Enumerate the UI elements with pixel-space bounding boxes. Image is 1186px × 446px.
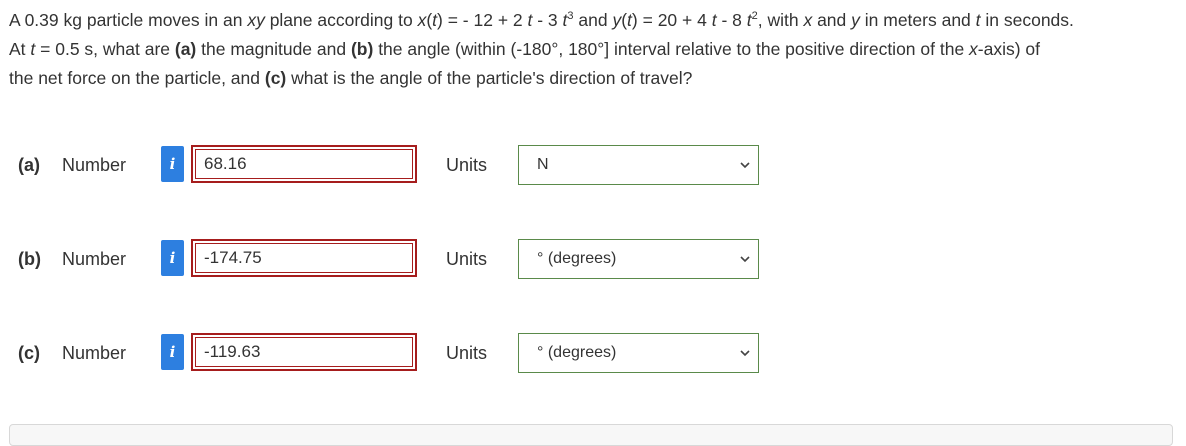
part-label: (c)	[18, 343, 40, 363]
units-label: Units	[446, 249, 488, 269]
info-icon[interactable]: i	[161, 240, 184, 276]
info-icon[interactable]: i	[161, 334, 184, 370]
info-icon[interactable]: i	[161, 146, 184, 182]
answer-input-b[interactable]: -174.75	[191, 239, 417, 277]
number-label: Number	[62, 155, 127, 175]
unit-selected-value: N	[537, 156, 549, 173]
units-label: Units	[446, 343, 488, 363]
answer-input-a[interactable]: 68.16	[191, 145, 417, 183]
part-label: (b)	[18, 249, 41, 269]
number-label: Number	[62, 249, 127, 269]
question-line-2: At t = 0.5 s, what are (a) the magnitude…	[9, 39, 1041, 59]
number-label: Number	[62, 343, 127, 363]
answer-input-c[interactable]: -119.63	[191, 333, 417, 371]
bottom-panel	[9, 424, 1173, 446]
chevron-down-icon	[740, 256, 750, 263]
answer-row-c: (c) Number i -119.63 Units ° (degrees)	[0, 333, 1186, 373]
unit-select-b[interactable]: ° (degrees)	[518, 239, 759, 279]
part-label: (a)	[18, 155, 40, 175]
chevron-down-icon	[740, 350, 750, 357]
question-text: A 0.39 kg particle moves in an xy plane …	[9, 6, 1179, 93]
answer-row-a: (a) Number i 68.16 Units N	[0, 145, 1186, 185]
question-line-3: the net force on the particle, and (c) w…	[9, 68, 693, 88]
chevron-down-icon	[740, 162, 750, 169]
answer-row-b: (b) Number i -174.75 Units ° (degrees)	[0, 239, 1186, 279]
unit-selected-value: ° (degrees)	[537, 250, 617, 267]
question-line-1: A 0.39 kg particle moves in an xy plane …	[9, 10, 1074, 30]
unit-select-c[interactable]: ° (degrees)	[518, 333, 759, 373]
unit-select-a[interactable]: N	[518, 145, 759, 185]
units-label: Units	[446, 155, 488, 175]
unit-selected-value: ° (degrees)	[537, 344, 617, 361]
